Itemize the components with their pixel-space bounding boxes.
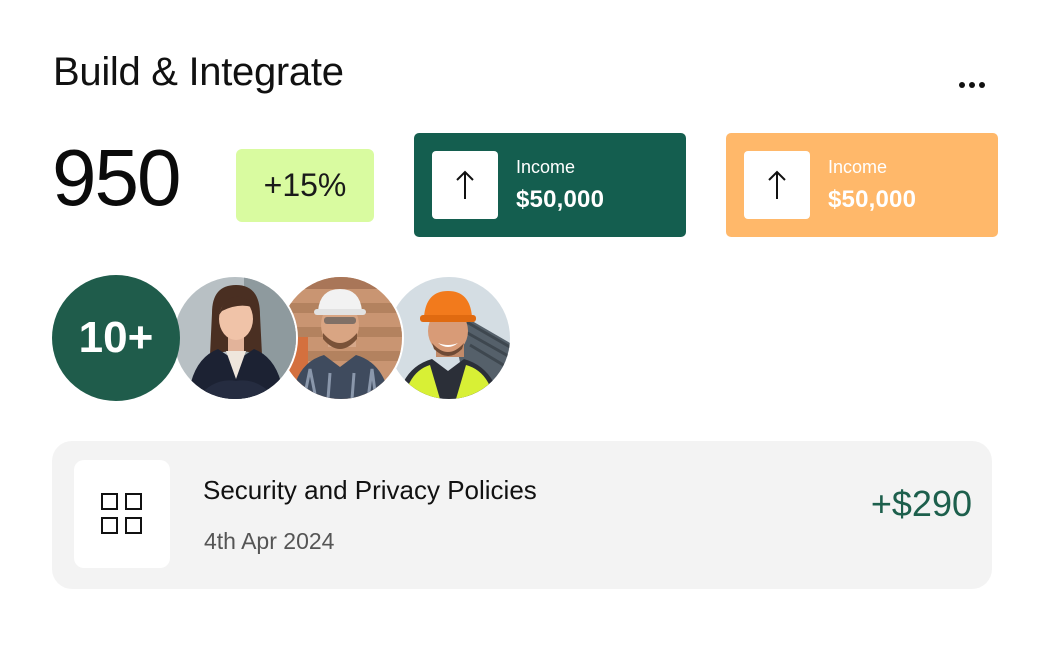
transaction-date: 4th Apr 2024 (204, 528, 335, 554)
build-integrate-card: Build & Integrate 950 +15% Income $50,00… (0, 0, 1052, 659)
total-value: 950 (52, 133, 181, 222)
transaction-item[interactable]: Security and Privacy Policies 4th Apr 20… (52, 441, 992, 589)
team-count-badge: 10+ (52, 275, 180, 401)
avatar[interactable] (172, 275, 298, 401)
income-value: $50,000 (828, 185, 917, 213)
arrow-up-icon (432, 151, 498, 219)
grid-icon (74, 460, 170, 568)
more-options-icon[interactable] (955, 68, 989, 102)
transaction-amount: +$290 (870, 483, 972, 524)
avatar[interactable] (386, 275, 512, 401)
income-label: Income (828, 156, 888, 177)
income-card-orange[interactable]: Income $50,000 (726, 133, 998, 237)
card-title: Build & Integrate (53, 50, 344, 94)
income-label: Income (516, 156, 576, 177)
income-value: $50,000 (516, 185, 605, 213)
arrow-up-icon (744, 151, 810, 219)
income-card-green[interactable]: Income $50,000 (414, 133, 686, 237)
transaction-title: Security and Privacy Policies (203, 475, 537, 505)
change-badge: +15% (236, 149, 374, 222)
